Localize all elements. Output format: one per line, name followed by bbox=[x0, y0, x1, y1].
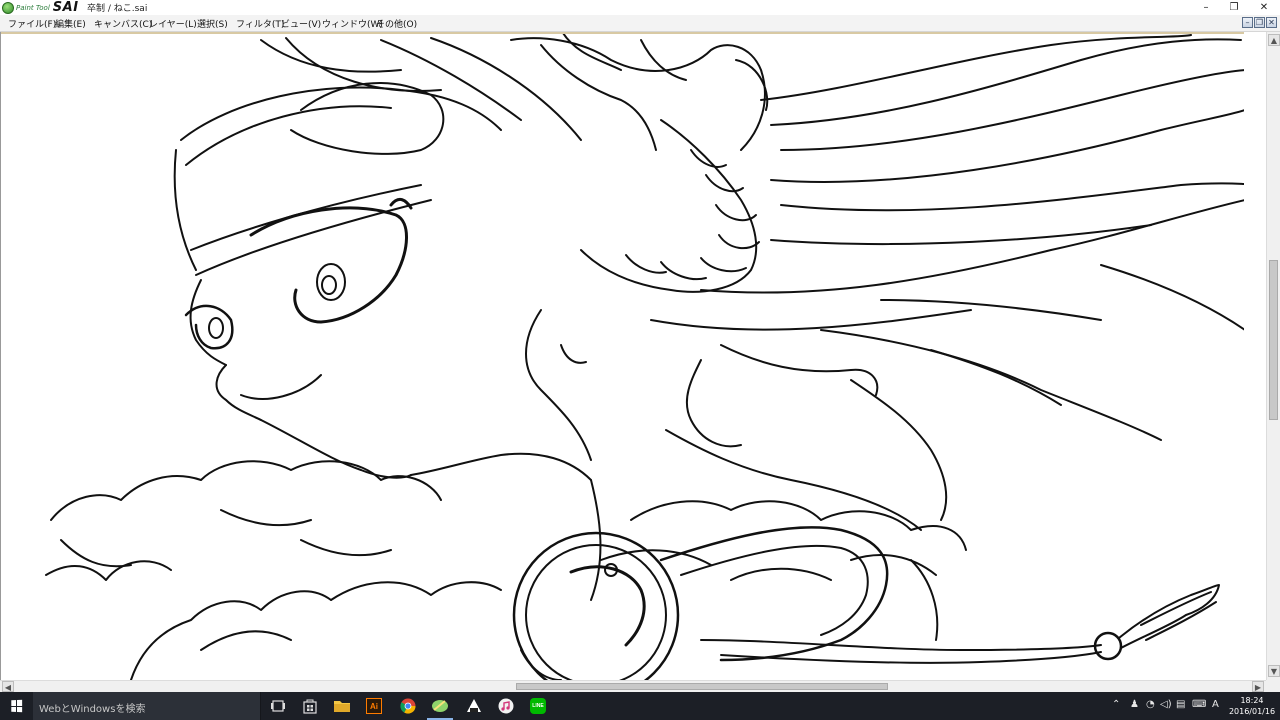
illustrator-label: Ai bbox=[366, 698, 382, 714]
logo-small-text: Paint Tool bbox=[16, 3, 50, 12]
minimize-button[interactable]: – bbox=[1192, 0, 1220, 15]
line-label: LINE bbox=[530, 698, 546, 714]
canvas-gutter bbox=[1244, 32, 1266, 680]
sai-logo-icon bbox=[2, 1, 14, 14]
menu-layer[interactable]: レイヤー(L) bbox=[149, 17, 197, 30]
line-art-illustration bbox=[45, 32, 1244, 680]
document-title: 卒制 / ねこ.sai bbox=[87, 4, 148, 14]
windows-logo-icon bbox=[10, 699, 23, 713]
tray-chevron-icon[interactable]: ⌃ bbox=[1112, 699, 1120, 710]
paint-tool-sai-icon[interactable] bbox=[424, 694, 456, 720]
store-icon[interactable] bbox=[294, 694, 326, 718]
vertical-scrollbar[interactable]: ▲ ▼ bbox=[1266, 32, 1280, 680]
start-button[interactable] bbox=[0, 692, 33, 720]
taskbar-search[interactable]: WebとWindowsを検索 bbox=[33, 692, 261, 720]
child-close-button[interactable]: ✕ bbox=[1266, 17, 1277, 28]
scroll-left-icon[interactable]: ◀ bbox=[2, 681, 14, 692]
illustrator-icon[interactable]: Ai bbox=[358, 694, 390, 718]
menu-view[interactable]: ビュー(V) bbox=[281, 17, 321, 30]
logo-big-text: SAI bbox=[52, 0, 79, 15]
task-view-icon[interactable] bbox=[262, 694, 294, 718]
scrollbar-corner bbox=[1266, 680, 1280, 692]
tray-people-icon[interactable]: ♟ bbox=[1130, 699, 1139, 710]
menu-bar: ファイル(F) 編集(E) キャンバス(C) レイヤー(L) 選択(S) フィル… bbox=[0, 15, 1280, 32]
onigiri-app-icon[interactable] bbox=[458, 694, 490, 718]
menu-edit[interactable]: 編集(E) bbox=[55, 17, 86, 30]
menu-select[interactable]: 選択(S) bbox=[197, 17, 228, 30]
app-logo: Paint Tool SAI bbox=[2, 0, 79, 15]
file-explorer-icon[interactable] bbox=[326, 694, 358, 718]
scroll-up-icon[interactable]: ▲ bbox=[1268, 34, 1280, 46]
wifi-icon[interactable]: ◔ bbox=[1146, 699, 1155, 710]
notification-icon[interactable]: ▤ bbox=[1176, 699, 1185, 710]
menu-canvas[interactable]: キャンバス(C) bbox=[94, 17, 152, 30]
ime-icon[interactable]: A bbox=[1212, 699, 1219, 710]
chrome-icon[interactable] bbox=[392, 694, 424, 718]
close-button[interactable]: ✕ bbox=[1250, 0, 1278, 15]
menu-other[interactable]: その他(O) bbox=[376, 17, 417, 30]
clock-date: 2016/01/16 bbox=[1228, 707, 1276, 716]
menu-window[interactable]: ウィンドウ(W) bbox=[322, 17, 383, 30]
vertical-scroll-thumb[interactable] bbox=[1269, 260, 1278, 420]
horizontal-scroll-thumb[interactable] bbox=[516, 683, 888, 690]
menu-file[interactable]: ファイル(F) bbox=[8, 17, 56, 30]
itunes-icon[interactable] bbox=[490, 694, 522, 718]
child-restore-button[interactable]: ❐ bbox=[1254, 17, 1265, 28]
scroll-down-icon[interactable]: ▼ bbox=[1268, 665, 1280, 677]
horizontal-scrollbar[interactable]: ◀ ▶ bbox=[0, 680, 1266, 692]
keyboard-icon[interactable]: ⌨ bbox=[1192, 699, 1206, 710]
drawing-canvas[interactable] bbox=[0, 32, 1244, 680]
child-minimize-button[interactable]: – bbox=[1242, 17, 1253, 28]
line-app-icon[interactable]: LINE bbox=[522, 694, 554, 718]
scroll-right-icon[interactable]: ▶ bbox=[1252, 681, 1264, 692]
restore-button[interactable]: ❐ bbox=[1220, 0, 1248, 15]
clock-time: 18:24 bbox=[1240, 696, 1264, 705]
menu-filter[interactable]: フィルタ(T) bbox=[236, 17, 284, 30]
taskbar-clock[interactable]: 18:24 2016/01/16 bbox=[1226, 695, 1278, 717]
title-bar: Paint Tool SAI 卒制 / ねこ.sai – ❐ ✕ bbox=[0, 0, 1280, 15]
search-placeholder: WebとWindowsを検索 bbox=[39, 704, 146, 715]
volume-icon[interactable]: ◁) bbox=[1160, 699, 1172, 710]
windows-taskbar: WebとWindowsを検索 Ai LINE ⌃ ♟ ◔ ◁) ▤ ⌨ A 18… bbox=[0, 692, 1280, 720]
